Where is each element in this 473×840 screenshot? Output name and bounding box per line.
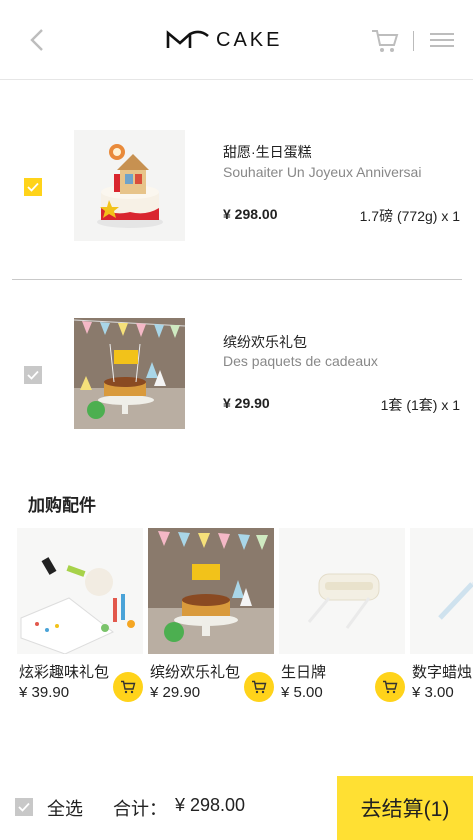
- check-icon: [18, 802, 30, 812]
- add-to-cart-button[interactable]: [244, 672, 274, 702]
- accessory-card[interactable]: 炫彩趣味礼包 ¥ 39.90: [17, 528, 143, 708]
- checkout-button[interactable]: 去结算(1): [337, 776, 473, 840]
- back-button[interactable]: [24, 26, 52, 54]
- cart-item: 缤纷欢乐礼包 Des paquets de cadeaux ¥ 29.90 1套…: [0, 280, 473, 480]
- cake-image: [74, 130, 185, 241]
- cart-button[interactable]: [370, 28, 400, 54]
- select-all-label[interactable]: 全选: [47, 795, 83, 821]
- cake-thumbnail[interactable]: [74, 130, 185, 241]
- accessories-title: 加购配件: [28, 496, 96, 515]
- logo-text: CAKE: [216, 28, 283, 51]
- accessory-price: ¥ 3.00: [412, 684, 454, 701]
- item-name: 甜愿·生日蛋糕: [223, 144, 312, 160]
- add-to-cart-button[interactable]: [113, 672, 143, 702]
- mcake-logo[interactable]: CAKE: [166, 28, 282, 52]
- checkout-bar: 全选 合计： ¥ 298.00 去结算(1): [0, 776, 473, 840]
- cart-icon: [252, 680, 267, 694]
- check-icon: [27, 182, 39, 192]
- accessory-card[interactable]: 数字蜡烛 ¥ 3.00: [410, 528, 473, 708]
- total-label: 合计：: [113, 799, 167, 819]
- select-all-checkbox[interactable]: [15, 798, 33, 816]
- accessory-price: ¥ 39.90: [19, 684, 70, 701]
- accessory-name: 生日牌: [281, 664, 327, 681]
- item-quantity: 1.7磅 (772g) x 1: [359, 208, 460, 224]
- total-amount: ¥ 298.00: [175, 795, 246, 815]
- item-checkbox-unchecked[interactable]: [24, 366, 42, 384]
- add-to-cart-button[interactable]: [375, 672, 405, 702]
- cart-icon: [372, 30, 399, 52]
- gift-pack-thumbnail[interactable]: [74, 318, 185, 429]
- item-price: ¥ 29.90: [223, 395, 270, 411]
- accessory-name: 炫彩趣味礼包: [19, 664, 110, 681]
- accessory-price: ¥ 29.90: [150, 684, 201, 701]
- top-bar: CAKE: [0, 0, 473, 80]
- accessory-image: [410, 528, 473, 654]
- item-checkbox-checked[interactable]: [24, 178, 42, 196]
- cart-icon: [121, 680, 136, 694]
- item-subtitle: Souhaiter Un Joyeux Anniversai: [223, 164, 422, 180]
- item-name: 缤纷欢乐礼包: [223, 334, 307, 350]
- check-icon: [27, 370, 39, 380]
- item-quantity: 1套 (1套) x 1: [380, 397, 460, 413]
- accessory-card[interactable]: 缤纷欢乐礼包 ¥ 29.90: [148, 528, 274, 708]
- accessories-carousel[interactable]: 炫彩趣味礼包 ¥ 39.90 缤纷欢乐礼包 ¥ 29.90 生日牌 ¥ 5.00…: [17, 528, 473, 708]
- accessory-card[interactable]: 生日牌 ¥ 5.00: [279, 528, 405, 708]
- item-subtitle: Des paquets de cadeaux: [223, 353, 378, 369]
- accessory-name: 缤纷欢乐礼包: [150, 664, 241, 681]
- accessory-image: [17, 528, 143, 654]
- header-divider: [413, 31, 414, 51]
- gift-pack-image: [74, 318, 185, 429]
- accessory-name: 数字蜡烛: [412, 664, 473, 681]
- menu-icon: [430, 33, 454, 47]
- menu-button[interactable]: [430, 30, 454, 50]
- cart-item: 甜愿·生日蛋糕 Souhaiter Un Joyeux Anniversai ¥…: [0, 82, 473, 278]
- accessory-price: ¥ 5.00: [281, 684, 323, 701]
- back-arrow-icon: [30, 29, 43, 51]
- accessory-image: [148, 528, 274, 654]
- item-price: ¥ 298.00: [223, 206, 278, 222]
- mcake-logo-icon: [166, 30, 209, 48]
- accessory-image: [279, 528, 405, 654]
- cart-icon: [383, 680, 398, 694]
